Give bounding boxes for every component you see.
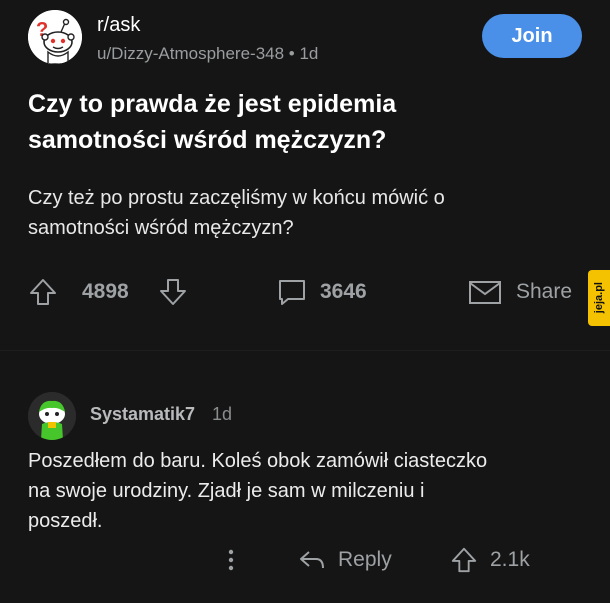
post-author-meta[interactable]: u/Dizzy-Atmosphere-348 • 1d (97, 44, 318, 64)
comment-avatar[interactable] (28, 392, 76, 440)
comment-text-line: poszedł. (28, 510, 103, 532)
reply-button[interactable]: Reply (298, 538, 392, 582)
green-snoo-avatar-icon (28, 392, 76, 440)
downvote-arrow-icon (160, 279, 186, 305)
post-body: Czy też po prostu zaczęliśmy w końcu mów… (28, 183, 568, 243)
comment-bubble-icon (279, 280, 305, 305)
post-title[interactable]: Czy to prawda że jest epidemia samotnośc… (28, 86, 548, 158)
reply-label: Reply (338, 548, 392, 571)
join-button[interactable]: Join (482, 14, 582, 58)
post-title-line: Czy to prawda że jest epidemia (28, 90, 397, 118)
comments-button[interactable]: 3646 (276, 270, 367, 314)
section-divider (0, 350, 610, 351)
upvote-button[interactable] (28, 270, 58, 314)
share-label: Share (516, 280, 573, 303)
more-vertical-icon (228, 549, 234, 571)
post-action-bar: 4898 3646 Share (28, 270, 588, 314)
upvote-arrow-icon (451, 547, 477, 573)
comment-username[interactable]: Systamatik7 (90, 404, 195, 425)
more-options-button[interactable] (222, 538, 240, 582)
upvote-arrow-icon (30, 279, 56, 305)
subreddit-avatar[interactable]: ? (28, 10, 82, 64)
comment-text-line: na swoje urodziny. Zjadł je sam w milcze… (28, 480, 425, 502)
downvote-button[interactable] (158, 270, 188, 314)
vote-count: 4898 (82, 280, 129, 303)
post-body-line: Czy też po prostu zaczęliśmy w końcu mów… (28, 187, 445, 209)
comment-action-bar: Reply 2.1k (0, 538, 610, 584)
reply-arrow-icon (300, 551, 324, 569)
comment-text-line: Poszedłem do baru. Koleś obok zamówił ci… (28, 450, 488, 472)
post-page: ? r/ask u/Dizzy-Atmosphere-348 • 1d Join… (0, 0, 610, 603)
post-header: ? r/ask u/Dizzy-Atmosphere-348 • 1d Join (28, 8, 582, 68)
watermark-text: jeja.pl (593, 282, 605, 314)
share-button[interactable]: Share (468, 270, 572, 314)
post-title-line: samotności wśród mężczyzn? (28, 126, 387, 154)
comment-text: Poszedłem do baru. Koleś obok zamówił ci… (28, 446, 598, 536)
comment-time: 1d (212, 404, 233, 424)
mail-envelope-icon (469, 281, 501, 304)
subreddit-name[interactable]: r/ask (97, 14, 140, 37)
comment-count: 3646 (320, 280, 367, 303)
reddit-snoo-icon: ? (28, 10, 82, 64)
comment-upvote-button[interactable]: 2.1k (450, 538, 530, 582)
post-body-line: samotności wśród mężczyzn? (28, 217, 294, 239)
comment-vote-count: 2.1k (490, 548, 530, 571)
site-watermark: jeja.pl (588, 270, 610, 326)
